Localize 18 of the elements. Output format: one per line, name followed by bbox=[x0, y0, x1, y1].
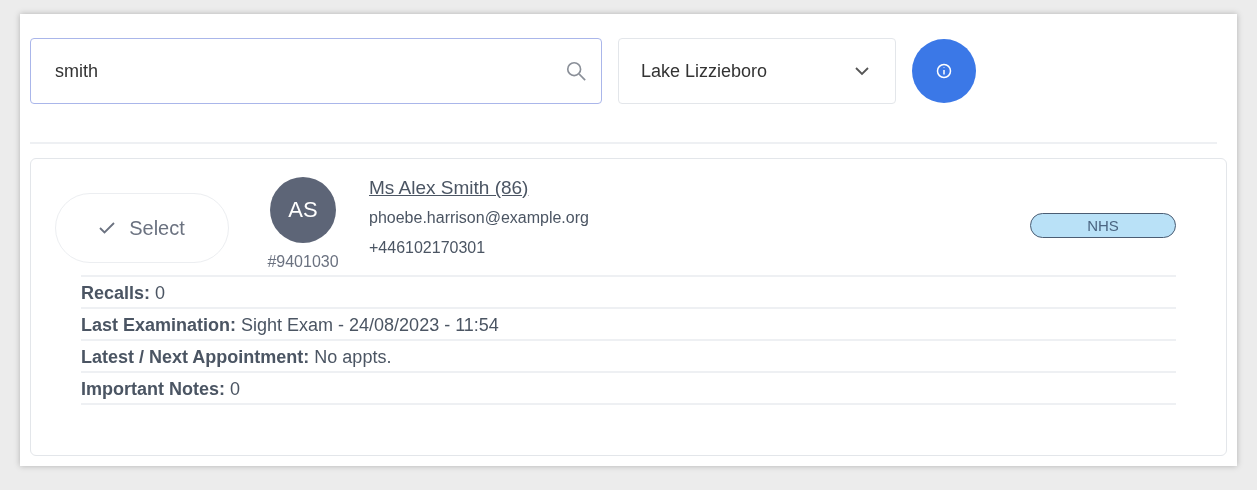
info-icon bbox=[936, 63, 952, 79]
nhs-tag: NHS bbox=[1030, 213, 1176, 238]
location-select[interactable]: Lake Lizzieboro bbox=[618, 38, 896, 104]
avatar: AS bbox=[270, 177, 336, 243]
select-button[interactable]: Select bbox=[55, 193, 229, 263]
detail-line: Important Notes: 0 bbox=[81, 373, 1176, 405]
check-icon bbox=[99, 222, 116, 234]
patient-number: #9401030 bbox=[267, 253, 339, 271]
search-field[interactable]: smith bbox=[30, 38, 602, 104]
chevron-down-icon bbox=[855, 66, 869, 76]
detail-line: Recalls: 0 bbox=[81, 277, 1176, 309]
patient-phone: +446102170301 bbox=[369, 238, 487, 258]
patient-email: phoebe.harrison@example.org bbox=[369, 208, 589, 228]
detail-line: Last Examination: Sight Exam - 24/08/2023 - 11:54 bbox=[81, 309, 1176, 341]
patient-name-link[interactable]: Ms Alex Smith (86) bbox=[369, 177, 589, 199]
search-input[interactable]: smith bbox=[55, 60, 565, 82]
detail-line: Latest / Next Appointment: No appts. bbox=[81, 341, 1176, 373]
search-icon bbox=[565, 60, 587, 82]
